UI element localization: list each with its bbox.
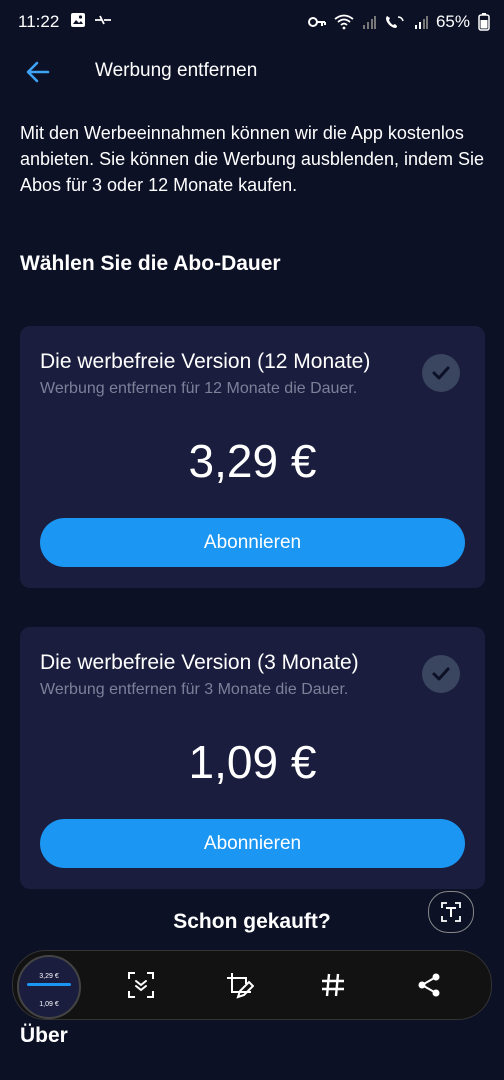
signal-icon <box>362 16 376 29</box>
hashtag-button[interactable] <box>313 965 353 1005</box>
section-title: Wählen Sie die Abo-Dauer <box>20 252 281 275</box>
screenshot-toolbar: 3,29 € 1,09 € <box>12 950 492 1020</box>
subscribe-button[interactable]: Abonnieren <box>40 819 465 868</box>
subscribe-button[interactable]: Abonnieren <box>40 518 465 567</box>
scroll-capture-button[interactable] <box>121 965 161 1005</box>
plan-subtitle: Werbung entfernen für 3 Monate die Dauer… <box>40 681 349 698</box>
thumbnail-price-2: 1,09 € <box>39 1001 59 1008</box>
share-icon <box>418 973 440 997</box>
back-button[interactable] <box>22 56 54 88</box>
wifi-icon <box>334 14 354 30</box>
wifi-call-icon <box>385 16 404 28</box>
gallery-icon <box>71 13 85 27</box>
hashtag-icon <box>322 973 344 997</box>
screenshot-thumbnail[interactable]: 3,29 € 1,09 € <box>17 955 81 1019</box>
data-transfer-icon <box>95 15 111 25</box>
signal-2-icon <box>414 16 428 29</box>
battery-icon <box>478 13 490 31</box>
crop-edit-icon <box>227 973 254 999</box>
back-arrow-icon <box>26 61 50 83</box>
plan-card-3-months[interactable]: Die werbefreie Version (3 Monate) Werbun… <box>20 627 485 889</box>
crop-edit-button[interactable] <box>219 965 259 1005</box>
text-scan-icon <box>441 902 461 922</box>
thumbnail-price-1: 3,29 € <box>39 973 59 980</box>
status-time: 11:22 <box>18 12 60 31</box>
plan-subtitle: Werbung entfernen für 12 Monate die Daue… <box>40 380 358 397</box>
plan-price: 1,09 € <box>188 736 317 788</box>
intro-text: Mit den Werbeeinnahmen können wir die Ap… <box>20 123 485 195</box>
check-icon <box>422 354 460 392</box>
check-icon <box>422 655 460 693</box>
plan-card-12-months[interactable]: Die werbefreie Version (12 Monate) Werbu… <box>20 326 485 588</box>
plan-title: Die werbefreie Version (12 Monate) <box>40 350 371 373</box>
about-heading: Über <box>20 1024 68 1047</box>
page-title: Werbung entfernen <box>95 60 258 81</box>
share-button[interactable] <box>409 965 449 1005</box>
app-bar: Werbung entfernen <box>0 48 504 96</box>
battery-percent: 65% <box>435 12 470 31</box>
scroll-capture-icon <box>128 972 154 998</box>
key-icon <box>307 17 326 27</box>
status-bar: 11:22 65% <box>0 0 504 44</box>
plan-price: 3,29 € <box>188 435 317 487</box>
extract-text-button[interactable] <box>428 891 474 933</box>
plan-title: Die werbefreie Version (3 Monate) <box>40 651 359 674</box>
